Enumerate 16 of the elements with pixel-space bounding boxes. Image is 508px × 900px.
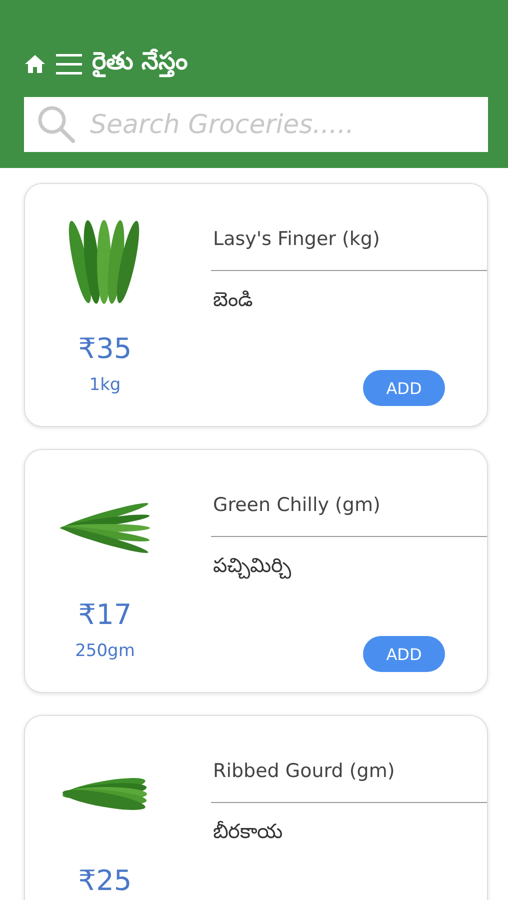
product-unit: 1kg	[89, 375, 121, 395]
product-local-name: పచ్చిమిర్చి	[212, 553, 292, 581]
add-button[interactable]: ADD	[363, 636, 445, 672]
product-name: Ribbed Gourd (gm)	[212, 760, 396, 782]
product-local-name: బెండి	[212, 287, 254, 313]
product-price: ₹25	[78, 864, 132, 897]
home-icon[interactable]	[24, 54, 46, 74]
product-name: Green Chilly (gm)	[212, 494, 382, 516]
app-title: రైతు నేస్తం	[92, 47, 188, 81]
product-local-name: బీరకాయ	[212, 819, 284, 845]
menu-icon[interactable]	[56, 53, 82, 75]
product-unit: 250gm	[75, 641, 135, 661]
product-price: ₹17	[78, 598, 132, 631]
product-price: ₹35	[78, 332, 132, 365]
product-name: Lasy's Finger (kg)	[212, 228, 381, 250]
add-button[interactable]: ADD	[363, 370, 445, 406]
